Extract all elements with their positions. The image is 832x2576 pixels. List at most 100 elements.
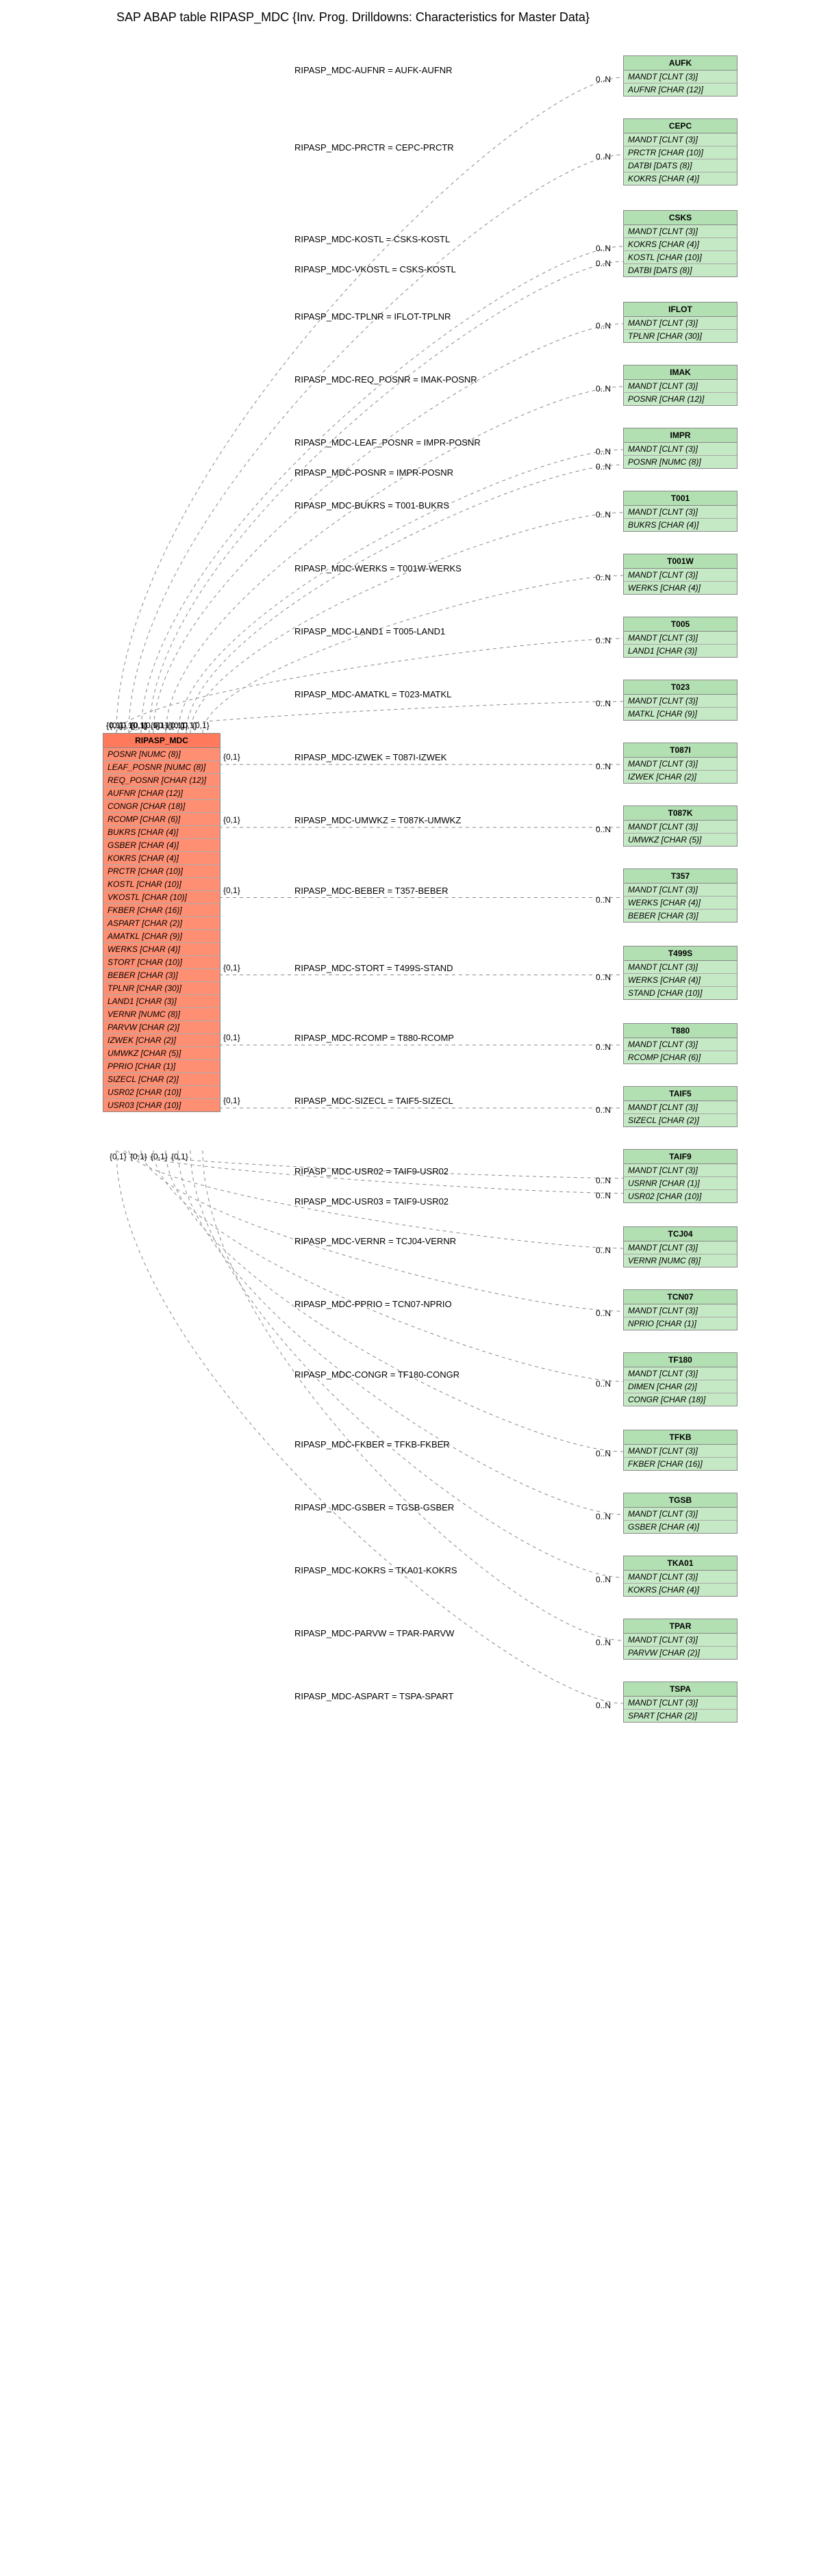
target-field: MANDT [CLNT (3)] <box>624 1697 737 1710</box>
target-entity-name: TSPA <box>624 1682 737 1697</box>
relationship-label: 0..N <box>596 447 611 456</box>
relationship-label: RIPASP_MDC-CONGR = TF180-CONGR <box>294 1369 459 1380</box>
relationship-label: 0..N <box>596 825 611 834</box>
target-entity-box: T357MANDT [CLNT (3)]WERKS [CHAR (4)]BEBE… <box>623 868 738 923</box>
relationship-label: 0..N <box>596 573 611 582</box>
main-field: SIZECL [CHAR (2)] <box>103 1073 220 1086</box>
target-entity-box: TF180MANDT [CLNT (3)]DIMEN [CHAR (2)]CON… <box>623 1352 738 1406</box>
relationship-label: 0..N <box>596 384 611 394</box>
relationship-label: {0,1} <box>223 963 240 973</box>
relationship-label: RIPASP_MDC-REQ_POSNR = IMAK-POSNR <box>294 374 477 385</box>
relationship-label: 0..N <box>596 1105 611 1115</box>
main-entity-name: RIPASP_MDC <box>103 734 220 748</box>
relationship-label: {0,1} <box>223 752 240 762</box>
relationship-label: RIPASP_MDC-KOSTL = CSKS-KOSTL <box>294 234 450 244</box>
relationship-label: 0..N <box>596 973 611 982</box>
relationship-label: 0..N <box>596 1512 611 1521</box>
target-entity-box: T001MANDT [CLNT (3)]BUKRS [CHAR (4)] <box>623 491 738 532</box>
target-field: MANDT [CLNT (3)] <box>624 695 737 708</box>
main-field: FKBER [CHAR (16)] <box>103 904 220 917</box>
main-field: REQ_POSNR [CHAR (12)] <box>103 774 220 787</box>
target-field: LAND1 [CHAR (3)] <box>624 645 737 657</box>
relationship-label: {0,1} <box>130 1152 147 1161</box>
target-field: UMWKZ [CHAR (5)] <box>624 834 737 846</box>
target-entity-name: TAIF5 <box>624 1087 737 1101</box>
target-field: KOKRS [CHAR (4)] <box>624 238 737 251</box>
relationship-label: {0,1} <box>171 1152 188 1161</box>
target-field: KOSTL [CHAR (10)] <box>624 251 737 264</box>
main-field: USR03 [CHAR (10)] <box>103 1099 220 1111</box>
relationship-label: {0,1} <box>110 1152 127 1161</box>
main-entity-box: RIPASP_MDC POSNR [NUMC (8)]LEAF_POSNR [N… <box>103 733 220 1112</box>
main-field: IZWEK [CHAR (2)] <box>103 1034 220 1047</box>
relationship-label: {0,1} <box>223 1096 240 1105</box>
target-entity-name: TCJ04 <box>624 1227 737 1241</box>
relationship-label: 0..N <box>596 1449 611 1458</box>
relationship-label: 0..N <box>596 1246 611 1255</box>
relationship-label: 0..N <box>596 152 611 162</box>
target-field: MANDT [CLNT (3)] <box>624 1038 737 1051</box>
target-field: SIZECL [CHAR (2)] <box>624 1114 737 1126</box>
target-entity-name: TKA01 <box>624 1556 737 1571</box>
target-entity-box: CEPCMANDT [CLNT (3)]PRCTR [CHAR (10)]DAT… <box>623 118 738 185</box>
target-field: MANDT [CLNT (3)] <box>624 133 737 146</box>
target-entity-box: TAIF9MANDT [CLNT (3)]USRNR [CHAR (1)]USR… <box>623 1149 738 1203</box>
relationship-label: RIPASP_MDC-ASPART = TSPA-SPART <box>294 1691 454 1701</box>
target-entity-box: T023MANDT [CLNT (3)]MATKL [CHAR (9)] <box>623 680 738 721</box>
main-field: LAND1 [CHAR (3)] <box>103 995 220 1008</box>
target-entity-box: T087IMANDT [CLNT (3)]IZWEK [CHAR (2)] <box>623 743 738 784</box>
target-entity-name: CEPC <box>624 119 737 133</box>
relationship-label: 0..N <box>596 321 611 331</box>
relationship-label: 0..N <box>596 75 611 84</box>
main-field: ASPART [CHAR (2)] <box>103 917 220 930</box>
target-field: GSBER [CHAR (4)] <box>624 1521 737 1533</box>
target-entity-name: IMAK <box>624 365 737 380</box>
target-field: MANDT [CLNT (3)] <box>624 225 737 238</box>
page-title: SAP ABAP table RIPASP_MDC {Inv. Prog. Dr… <box>7 10 832 25</box>
target-field: DATBI [DATS (8)] <box>624 159 737 172</box>
target-field: PARVW [CHAR (2)] <box>624 1647 737 1659</box>
main-field: VERNR [NUMC (8)] <box>103 1008 220 1021</box>
target-field: MANDT [CLNT (3)] <box>624 506 737 519</box>
target-field: MATKL [CHAR (9)] <box>624 708 737 720</box>
relationship-label: RIPASP_MDC-PRCTR = CEPC-PRCTR <box>294 142 454 153</box>
relationship-label: RIPASP_MDC-POSNR = IMPR-POSNR <box>294 467 453 478</box>
main-field: VKOSTL [CHAR (10)] <box>103 891 220 904</box>
target-entity-box: CSKSMANDT [CLNT (3)]KOKRS [CHAR (4)]KOST… <box>623 210 738 277</box>
target-field: STAND [CHAR (10)] <box>624 987 737 999</box>
main-field: POSNR [NUMC (8)] <box>103 748 220 761</box>
target-field: NPRIO [CHAR (1)] <box>624 1317 737 1330</box>
relationship-label: RIPASP_MDC-VKOSTL = CSKS-KOSTL <box>294 264 456 274</box>
relationship-label: RIPASP_MDC-VERNR = TCJ04-VERNR <box>294 1236 456 1246</box>
relationship-label: RIPASP_MDC-USR02 = TAIF9-USR02 <box>294 1166 449 1176</box>
target-field: MANDT [CLNT (3)] <box>624 1241 737 1254</box>
target-entity-box: TFKBMANDT [CLNT (3)]FKBER [CHAR (16)] <box>623 1430 738 1471</box>
target-entity-box: TAIF5MANDT [CLNT (3)]SIZECL [CHAR (2)] <box>623 1086 738 1127</box>
target-field: PRCTR [CHAR (10)] <box>624 146 737 159</box>
target-field: MANDT [CLNT (3)] <box>624 317 737 330</box>
relationship-label: RIPASP_MDC-BUKRS = T001-BUKRS <box>294 500 449 511</box>
target-field: MANDT [CLNT (3)] <box>624 1445 737 1458</box>
target-field: USR02 [CHAR (10)] <box>624 1190 737 1202</box>
er-diagram: RIPASP_MDC POSNR [NUMC (8)]LEAF_POSNR [N… <box>7 31 825 2564</box>
target-field: KOKRS [CHAR (4)] <box>624 1584 737 1596</box>
target-entity-box: TCJ04MANDT [CLNT (3)]VERNR [NUMC (8)] <box>623 1226 738 1267</box>
relationship-label: RIPASP_MDC-AUFNR = AUFK-AUFNR <box>294 65 453 75</box>
target-field: MANDT [CLNT (3)] <box>624 70 737 83</box>
target-field: DATBI [DATS (8)] <box>624 264 737 276</box>
relationship-label: 0..N <box>596 762 611 771</box>
relationship-label: {0,1} <box>171 721 188 730</box>
target-field: MANDT [CLNT (3)] <box>624 758 737 771</box>
target-field: BEBER [CHAR (3)] <box>624 910 737 922</box>
relationship-label: 0..N <box>596 895 611 905</box>
target-entity-name: T001 <box>624 491 737 506</box>
target-field: MANDT [CLNT (3)] <box>624 1571 737 1584</box>
relationship-label: RIPASP_MDC-LEAF_POSNR = IMPR-POSNR <box>294 437 481 448</box>
target-field: RCOMP [CHAR (6)] <box>624 1051 737 1064</box>
target-entity-name: TPAR <box>624 1619 737 1634</box>
target-entity-name: TGSB <box>624 1493 737 1508</box>
relationship-label: 0..N <box>596 462 611 472</box>
relationship-label: 0..N <box>596 259 611 268</box>
target-entity-name: TF180 <box>624 1353 737 1367</box>
target-entity-name: T357 <box>624 869 737 884</box>
